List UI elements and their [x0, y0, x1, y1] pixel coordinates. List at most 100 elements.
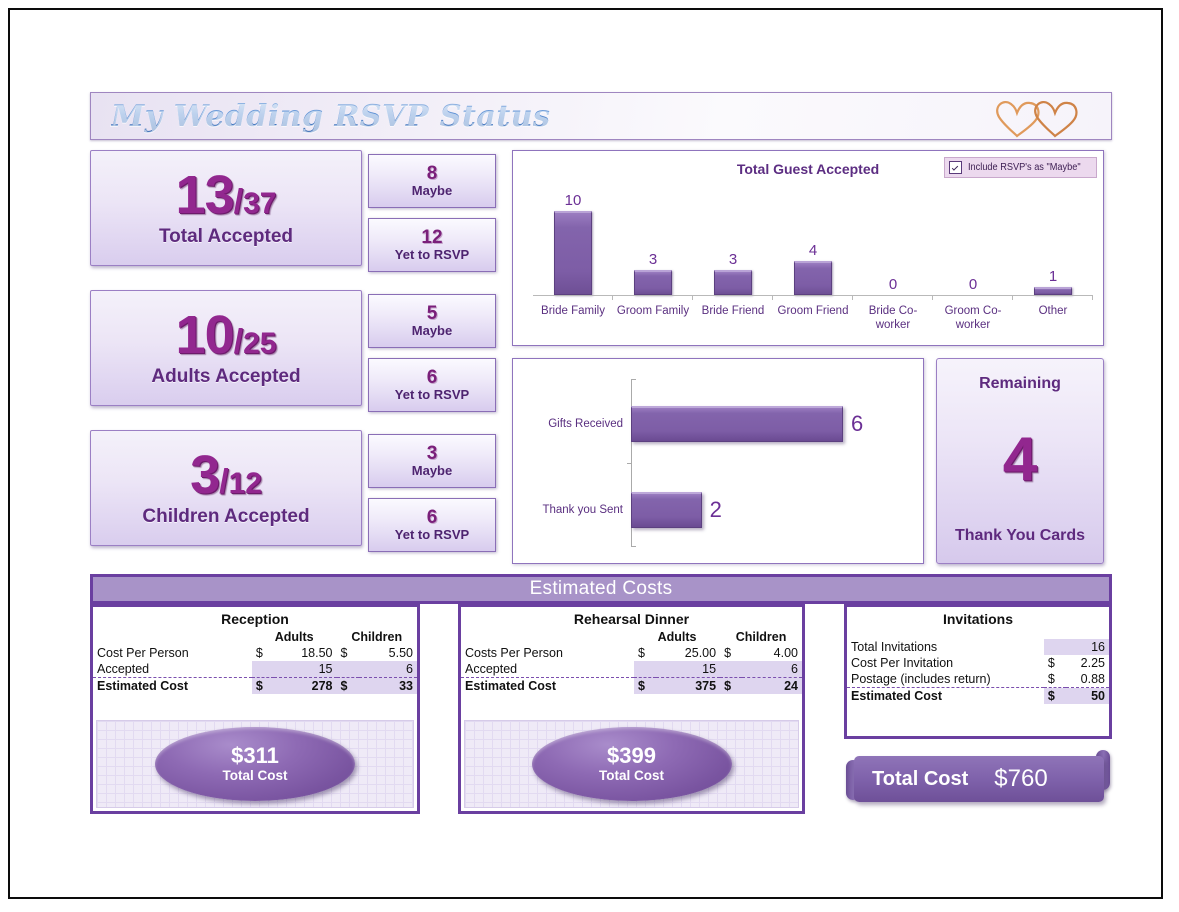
adult-value[interactable]: 15 [655, 661, 721, 678]
table-total-row: Estimated Cost $ 278 $ 33 [93, 677, 417, 694]
kpi-slash: / [233, 183, 244, 221]
adult-value: 375 [655, 677, 721, 694]
bar-value-label: 3 [728, 250, 738, 268]
kpi-total-accepted: 13/37 Total Accepted [90, 150, 362, 266]
checkbox-checked-icon[interactable] [948, 161, 962, 174]
kpi-numerator: 3 [190, 445, 220, 505]
total-maybe-box: 8 Maybe [368, 154, 496, 208]
hbar-label: Gifts Received [548, 418, 623, 430]
total-yet-to-rsvp-label: Yet to RSVP [394, 246, 470, 262]
child-currency [720, 661, 743, 678]
invitations-title: Invitations [942, 611, 1013, 627]
kpi-adults-accepted: 10/25 Adults Accepted [90, 290, 362, 406]
child-value[interactable]: 6 [358, 661, 417, 678]
adult-currency: $ [251, 677, 274, 694]
row-label: Accepted [97, 662, 150, 676]
child-currency: $ [724, 646, 732, 660]
adults-yet-to-rsvp-box: 6 Yet to RSVP [368, 358, 496, 412]
total-yet-to-rsvp-value: 12 [421, 226, 443, 248]
col-children: Children [351, 630, 403, 644]
reception-title: Reception [221, 611, 289, 627]
x-axis-tick [613, 295, 693, 300]
col-adults: Adults [274, 630, 314, 644]
table-row: Costs Per Person $ 25.00 $ 4.00 [461, 645, 802, 661]
bar-value-label: 3 [648, 250, 658, 268]
kpi-denominator: 37 [243, 187, 277, 220]
child-currency: $ [340, 646, 348, 660]
hbar-value: 6 [851, 411, 864, 436]
adult-currency: $ [255, 646, 263, 660]
table-row: Total Invitations 16 [847, 639, 1109, 655]
row-label: Costs Per Person [465, 646, 563, 660]
rehearsal-total-label: Total Cost [599, 768, 664, 783]
kpi-children-accepted-value: 3/12 [190, 448, 262, 502]
children-yet-to-rsvp-box: 6 Yet to RSVP [368, 498, 496, 552]
thank-you-cards-label: Thank You Cards [954, 527, 1086, 544]
bar-value-label: 10 [564, 192, 582, 209]
bar-fill [554, 211, 592, 295]
bar-column: 0 [853, 187, 933, 295]
total-yet-to-rsvp-box: 12 Yet to RSVP [368, 218, 496, 272]
row-label: Accepted [465, 662, 518, 676]
child-value[interactable]: 6 [742, 661, 802, 678]
grand-total-label: Total Cost [872, 767, 969, 790]
x-axis-label: Bride Family [541, 305, 605, 317]
bar-column: 1 [1013, 187, 1093, 295]
child-value: 5.50 [388, 646, 413, 660]
hbar-row: Gifts Received 6 [523, 401, 915, 447]
bar-fill [794, 261, 832, 295]
x-axis-label: Other [1038, 305, 1068, 317]
grand-total-banner: Total Cost $760 [844, 750, 1112, 804]
x-axis-tick [693, 295, 773, 300]
kpi-denominator: 25 [243, 327, 277, 360]
total-maybe-value: 8 [426, 162, 438, 184]
kpi-total-accepted-label: Total Accepted [158, 226, 294, 247]
rehearsal-title: Rehearsal Dinner [573, 611, 690, 627]
reception-total-backdrop: $311 Total Cost [96, 720, 414, 808]
bar-column: 4 [773, 187, 853, 295]
table-total-row: Estimated Cost $ 375 $ 24 [461, 677, 802, 694]
hbar-row: Thank you Sent 2 [523, 487, 915, 533]
table-row: Postage (includes return) $ 0.88 [847, 671, 1109, 688]
row-label: Cost Per Invitation [851, 656, 954, 670]
invitations-table: Total Invitations 16 Cost Per Invitation… [847, 639, 1109, 704]
adult-value: 18.50 [301, 646, 333, 660]
rehearsal-table: Adults Children Costs Per Person $ 25.00… [461, 629, 802, 694]
kpi-adults-accepted-label: Adults Accepted [151, 366, 301, 387]
table-row: Accepted 15 6 [93, 661, 417, 678]
adult-currency [251, 661, 274, 678]
adult-currency: $ [633, 677, 656, 694]
banner-body: Total Cost $760 [854, 756, 1104, 802]
estimated-costs-title: Estimated Costs [529, 578, 673, 599]
total-guest-accepted-chart: Total Guest Accepted Include RSVP's as "… [512, 150, 1104, 346]
row-value: 0.88 [1080, 672, 1105, 686]
adults-maybe-label: Maybe [411, 322, 453, 338]
row-currency [1043, 639, 1066, 655]
kpi-children-accepted-label: Children Accepted [142, 506, 310, 527]
dashboard-title-bar: My Wedding RSVP Status [90, 92, 1112, 140]
col-children: Children [735, 630, 787, 644]
x-axis-tick [853, 295, 933, 300]
hbar-fill [631, 406, 843, 442]
adult-value[interactable]: 15 [273, 661, 337, 678]
child-value: 4.00 [773, 646, 798, 660]
row-value[interactable]: 16 [1065, 639, 1109, 655]
row-label: Total Invitations [851, 640, 938, 654]
child-currency: $ [720, 677, 743, 694]
estimated-costs-header: Estimated Costs [90, 574, 1112, 604]
table-row: Cost Per Invitation $ 2.25 [847, 655, 1109, 671]
children-maybe-box: 3 Maybe [368, 434, 496, 488]
kpi-numerator: 10 [175, 305, 235, 365]
row-label: Cost Per Person [97, 646, 189, 660]
row-label: Estimated Cost [847, 687, 1044, 704]
x-axis-label: Bride Co-worker [868, 305, 918, 332]
reception-total-oval: $311 Total Cost [155, 727, 355, 801]
x-axis-tick [1013, 295, 1093, 300]
bar-value-label: 0 [968, 276, 978, 293]
remaining-thank-you-cards-card: Remaining 4 Thank You Cards [936, 358, 1104, 564]
reception-total-value: $311 [231, 742, 279, 768]
table-header-row: Adults Children [461, 629, 802, 645]
include-maybe-checkbox[interactable]: Include RSVP's as "Maybe" [943, 157, 1097, 178]
row-label: Estimated Cost [461, 677, 634, 694]
children-yet-to-rsvp-value: 6 [426, 506, 438, 528]
